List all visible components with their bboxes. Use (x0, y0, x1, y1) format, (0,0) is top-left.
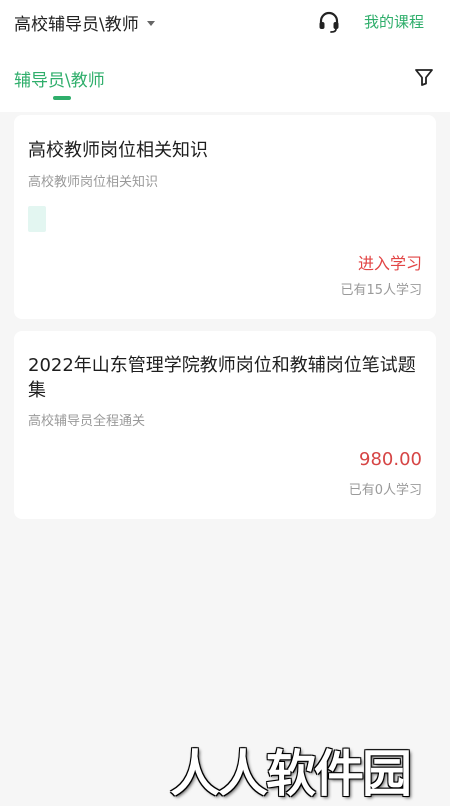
category-label: 高校辅导员\教师 (14, 14, 139, 35)
caret-down-icon (146, 20, 155, 26)
top-bar: 高校辅导员\教师 我的课程 辅导员\教师 (0, 0, 450, 112)
course-subtitle: 高校教师岗位相关知识 (28, 175, 159, 190)
course-price: 980.00 (359, 449, 422, 470)
filter-icon[interactable] (414, 67, 434, 87)
category-selector[interactable]: 高校辅导员\教师 (14, 9, 155, 35)
course-card[interactable]: 高校教师岗位相关知识 高校教师岗位相关知识 进入学习 已有15人学习 (14, 115, 436, 319)
course-tag (28, 206, 46, 232)
course-card[interactable]: 2022年山东管理学院教师岗位和教辅岗位笔试题集 高校辅导员全程通关 980.0… (14, 331, 436, 519)
my-courses-link[interactable]: 我的课程 (364, 11, 424, 32)
watermark-logo: 人人软件园 (170, 744, 412, 803)
course-title: 2022年山东管理学院教师岗位和教辅岗位笔试题集 (28, 355, 416, 401)
learner-count: 已有15人学习 (340, 283, 422, 298)
tab-counselor-teacher[interactable]: 辅导员\教师 (14, 66, 105, 91)
learner-count: 已有0人学习 (348, 483, 422, 498)
course-title: 高校教师岗位相关知识 (28, 140, 208, 161)
enter-study-button[interactable]: 进入学习 (358, 250, 422, 274)
active-tab-indicator (53, 96, 71, 100)
course-subtitle: 高校辅导员全程通关 (28, 414, 146, 429)
headset-icon[interactable] (317, 10, 341, 34)
